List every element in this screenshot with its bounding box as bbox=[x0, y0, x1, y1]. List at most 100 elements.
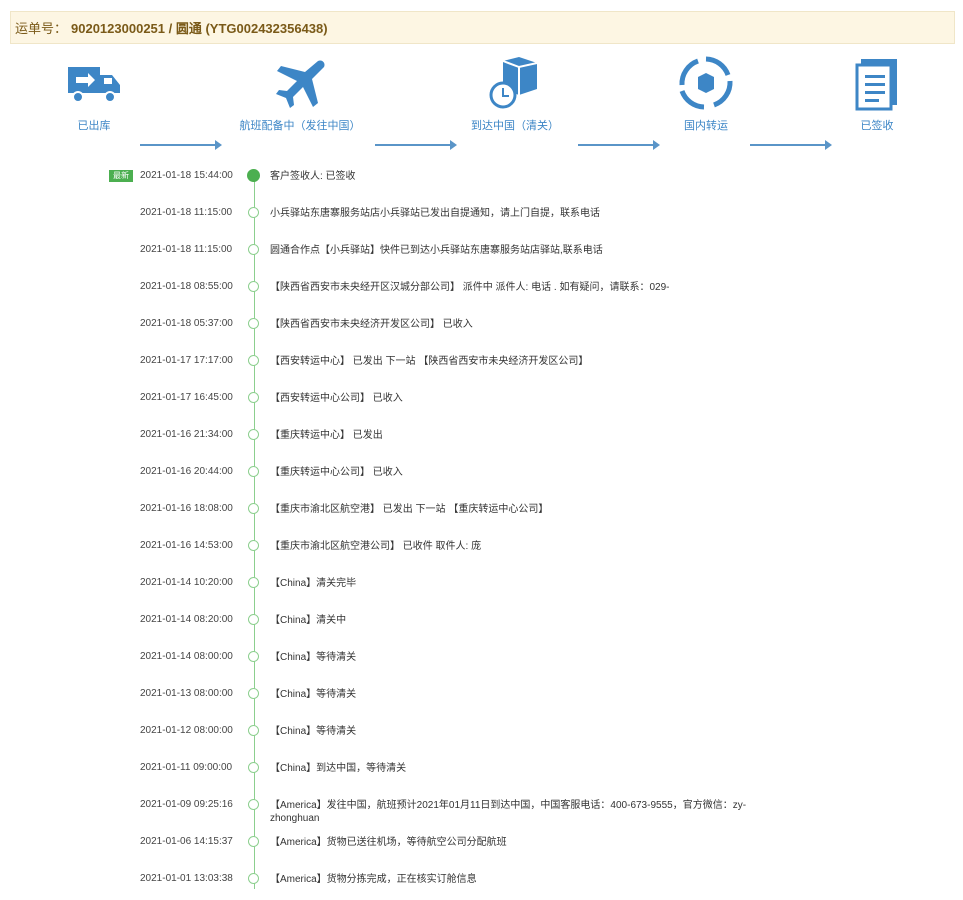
status-dot bbox=[248, 577, 259, 588]
event-description: 小兵驿站东唐寨服务站店小兵驿站已发出自提通知，请上门自提，联系电话 bbox=[270, 208, 600, 219]
status-dot bbox=[248, 281, 259, 292]
timeline-row: 2021-01-18 11:15:00 圆通合作点【小兵驿站】快件已到达小兵驿站东… bbox=[0, 234, 963, 271]
status-dot bbox=[248, 466, 259, 477]
event-description: 圆通合作点【小兵驿站】快件已到达小兵驿站东唐寨服务站店驿站,联系电话 bbox=[270, 245, 603, 256]
transfer-icon bbox=[679, 56, 733, 110]
event-description: 【陕西省西安市未央经开区汉城分部公司】 派件中 派件人: 电话 . 如有疑问，请… bbox=[270, 282, 670, 293]
step-flight: 航班配备中（发往中国） bbox=[230, 55, 370, 133]
event-description: 【西安转运中心】 已发出 下一站 【陕西省西安市未央经济开发区公司】 bbox=[270, 356, 589, 367]
timeline-row: 2021-01-16 18:08:00 【重庆市渝北区航空港】 已发出 下一站 【… bbox=[0, 493, 963, 530]
timeline-row: 2021-01-16 21:34:00 【重庆转运中心】 已发出 bbox=[0, 419, 963, 456]
tracking-timeline: 最新 2021-01-18 15:44:00 客户签收人: 已签收 2021-01-1… bbox=[0, 160, 963, 889]
event-time: 2021-01-18 15:44:00 bbox=[140, 170, 233, 181]
timeline-row: 2021-01-18 11:15:00 小兵驿站东唐寨服务站店小兵驿站已发出自提通… bbox=[0, 197, 963, 234]
event-description: 【重庆转运中心】 已发出 bbox=[270, 430, 383, 441]
event-description: 【China】等待清关 bbox=[270, 652, 357, 663]
timeline-row: 2021-01-17 16:45:00 【西安转运中心公司】 已收入 bbox=[0, 382, 963, 419]
event-description: 【America】发往中国，航班预计2021年01月11日到达中国，中国客服电话… bbox=[270, 800, 747, 824]
step-label: 航班配备中（发往中国） bbox=[239, 120, 361, 132]
event-time: 2021-01-18 11:15:00 bbox=[140, 244, 233, 255]
event-time: 2021-01-17 16:45:00 bbox=[140, 392, 233, 403]
arrow-icon bbox=[375, 140, 457, 150]
latest-badge: 最新 bbox=[109, 170, 133, 182]
event-time: 2021-01-01 13:03:38 bbox=[140, 873, 233, 884]
event-description: 【China】等待清关 bbox=[270, 726, 357, 737]
event-description: 【陕西省西安市未央经济开发区公司】 已收入 bbox=[270, 319, 473, 330]
status-dot bbox=[248, 392, 259, 403]
timeline-row: 2021-01-13 08:00:00 【China】等待清关 bbox=[0, 678, 963, 715]
event-description: 【China】清关中 bbox=[270, 615, 347, 626]
timeline-row: 2021-01-18 05:37:00 【陕西省西安市未央经济开发区公司】 已收入 bbox=[0, 308, 963, 345]
status-dot bbox=[248, 540, 259, 551]
timeline-row: 2021-01-12 08:00:00 【China】等待清关 bbox=[0, 715, 963, 752]
event-time: 2021-01-14 08:00:00 bbox=[140, 651, 233, 662]
timeline-row: 2021-01-06 14:15:37 【America】货物已送往机场，等待航空… bbox=[0, 826, 963, 863]
step-label: 已出库 bbox=[77, 120, 111, 132]
status-dot bbox=[248, 873, 259, 884]
event-time: 2021-01-16 18:08:00 bbox=[140, 503, 233, 514]
event-description: 【China】等待清关 bbox=[270, 689, 357, 700]
status-dot bbox=[248, 244, 259, 255]
truck-icon bbox=[68, 67, 120, 103]
arrow-icon bbox=[578, 140, 660, 150]
timeline-row: 2021-01-17 17:17:00 【西安转运中心】 已发出 下一站 【陕西省… bbox=[0, 345, 963, 382]
timeline-row: 2021-01-09 09:25:16 【America】发往中国，航班预计202… bbox=[0, 789, 963, 826]
timeline-row: 最新 2021-01-18 15:44:00 客户签收人: 已签收 bbox=[0, 160, 963, 197]
status-dot bbox=[248, 651, 259, 662]
event-time: 2021-01-09 09:25:16 bbox=[140, 799, 233, 810]
clipboard-icon bbox=[855, 59, 897, 111]
event-description: 【西安转运中心公司】 已收入 bbox=[270, 393, 403, 404]
event-description: 【China】到达中国，等待清关 bbox=[270, 763, 407, 774]
timeline-row: 2021-01-11 09:00:00 【China】到达中国，等待清关 bbox=[0, 752, 963, 789]
status-dot bbox=[248, 503, 259, 514]
step-label: 到达中国（清关） bbox=[471, 120, 559, 132]
status-dot bbox=[248, 429, 259, 440]
step-signed: 已签收 bbox=[807, 55, 947, 133]
waybill-label: 运单号： bbox=[15, 21, 68, 36]
step-label: 国内转运 bbox=[684, 120, 728, 132]
event-description: 【重庆市渝北区航空港】 已发出 下一站 【重庆转运中心公司】 bbox=[270, 504, 549, 515]
timeline-row: 2021-01-14 08:20:00 【China】清关中 bbox=[0, 604, 963, 641]
event-description: 客户签收人: 已签收 bbox=[270, 171, 356, 182]
current-status-dot bbox=[247, 169, 260, 182]
event-time: 2021-01-16 20:44:00 bbox=[140, 466, 233, 477]
event-time: 2021-01-13 08:00:00 bbox=[140, 688, 233, 699]
step-label: 已签收 bbox=[860, 120, 894, 132]
timeline-row: 2021-01-14 10:20:00 【China】清关完毕 bbox=[0, 567, 963, 604]
timeline-row: 2021-01-18 08:55:00 【陕西省西安市未央经开区汉城分部公司】 派… bbox=[0, 271, 963, 308]
timeline-row: 2021-01-16 14:53:00 【重庆市渝北区航空港公司】 已收件 取件人… bbox=[0, 530, 963, 567]
arrow-icon bbox=[140, 140, 222, 150]
step-shipped: 已出库 bbox=[24, 55, 164, 133]
event-description: 【America】货物已送往机场，等待航空公司分配航班 bbox=[270, 837, 507, 848]
event-time: 2021-01-18 05:37:00 bbox=[140, 318, 233, 329]
event-time: 2021-01-18 08:55:00 bbox=[140, 281, 233, 292]
airplane-icon bbox=[276, 60, 325, 108]
event-time: 2021-01-14 08:20:00 bbox=[140, 614, 233, 625]
step-customs: 到达中国（清关） bbox=[445, 55, 585, 133]
timeline-row: 2021-01-01 13:03:38 【America】货物分拣完成，正在核实订… bbox=[0, 863, 963, 900]
event-time: 2021-01-14 10:20:00 bbox=[140, 577, 233, 588]
step-domestic: 国内转运 bbox=[636, 55, 776, 133]
timeline-row: 2021-01-16 20:44:00 【重庆转运中心公司】 已收入 bbox=[0, 456, 963, 493]
event-time: 2021-01-12 08:00:00 bbox=[140, 725, 233, 736]
status-dot bbox=[248, 725, 259, 736]
event-time: 2021-01-16 21:34:00 bbox=[140, 429, 233, 440]
status-dot bbox=[248, 207, 259, 218]
event-time: 2021-01-16 14:53:00 bbox=[140, 540, 233, 551]
event-time: 2021-01-18 11:15:00 bbox=[140, 207, 233, 218]
status-dot bbox=[248, 355, 259, 366]
event-time: 2021-01-06 14:15:37 bbox=[140, 836, 233, 847]
event-description: 【China】清关完毕 bbox=[270, 578, 357, 589]
status-dot bbox=[248, 799, 259, 810]
timeline-row: 2021-01-14 08:00:00 【China】等待清关 bbox=[0, 641, 963, 678]
progress-steps: 已出库 航班配备中（发往中国） 到达中国（清关） 国内转运 已签收 bbox=[0, 55, 963, 150]
waybill-header: 运单号： 9020123000251 / 圆通 (YTG002432356438… bbox=[10, 11, 955, 44]
event-description: 【America】货物分拣完成，正在核实订舱信息 bbox=[270, 874, 477, 885]
waybill-number: 9020123000251 / 圆通 (YTG002432356438) bbox=[71, 21, 328, 36]
status-dot bbox=[248, 614, 259, 625]
status-dot bbox=[248, 318, 259, 329]
event-description: 【重庆市渝北区航空港公司】 已收件 取件人: 庞 bbox=[270, 541, 482, 552]
status-dot bbox=[248, 836, 259, 847]
status-dot bbox=[248, 762, 259, 773]
event-time: 2021-01-11 09:00:00 bbox=[140, 762, 233, 773]
